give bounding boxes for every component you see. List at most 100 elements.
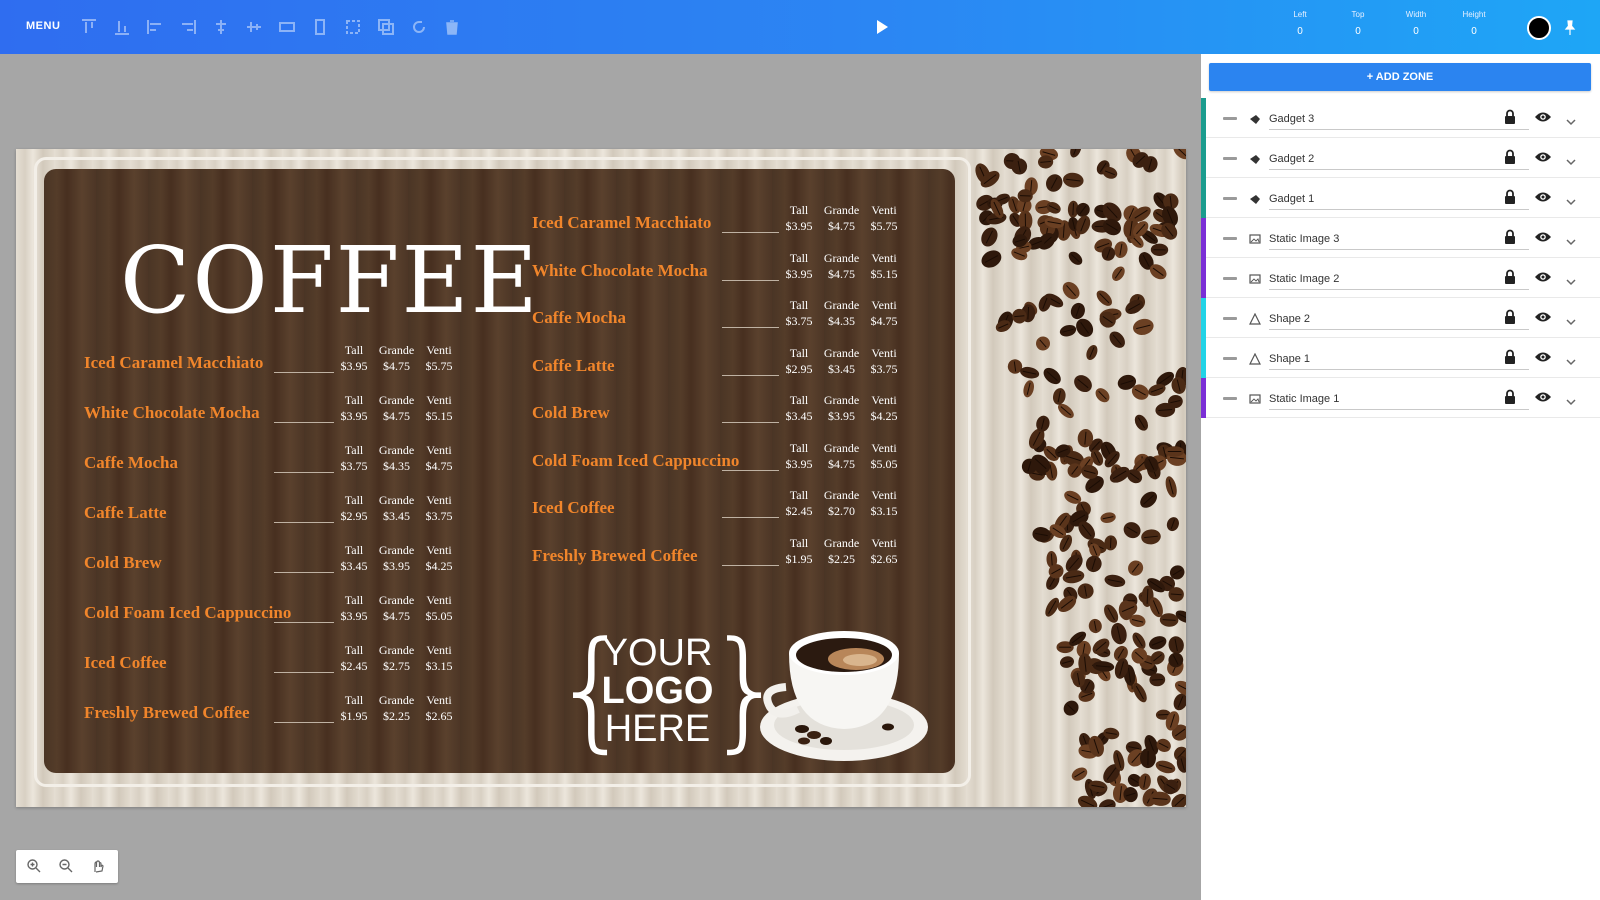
price-value: $4.35 [828,314,855,328]
layer-item[interactable]: Gadget 2 [1201,138,1600,178]
field-top[interactable]: Top 0 [1338,10,1378,37]
layer-item[interactable]: Static Image 1 [1201,378,1600,418]
price-value: $1.95 [340,709,368,723]
chevron-down-icon[interactable] [1565,274,1577,286]
delete-icon[interactable] [443,18,461,36]
add-zone-button[interactable]: + ADD ZONE [1209,63,1591,91]
menu-item: Freshly Brewed Coffee Tall Grande Venti $1.9… [84,693,459,729]
play-icon[interactable] [874,19,890,35]
fit-screen-icon[interactable] [90,858,106,874]
logo-placeholder[interactable]: { YOUR LOGO HERE } [551,624,788,769]
size-label: Grande [378,593,415,607]
lock-icon[interactable] [1503,309,1517,325]
coffee-beans-image[interactable] [961,149,1186,807]
field-value[interactable]: 0 [1396,26,1436,37]
price-value: $3.45 [828,361,855,376]
layer-item[interactable]: Static Image 2 [1201,258,1600,298]
eye-icon[interactable] [1534,390,1552,404]
coffee-cup-image[interactable] [756,609,936,769]
menu-item-name: Iced Caramel Macchiato [532,213,712,232]
chevron-down-icon[interactable] [1565,354,1577,366]
zoom-in-icon[interactable] [26,858,42,874]
menu-item-leader [722,469,779,471]
eye-icon[interactable] [1534,150,1552,164]
pin-icon[interactable] [1562,20,1578,36]
chevron-down-icon[interactable] [1565,114,1577,126]
lock-icon[interactable] [1503,269,1517,285]
eye-icon[interactable] [1534,270,1552,284]
align-center-v-icon[interactable] [245,18,263,36]
design-canvas[interactable]: COFFEE Iced Caramel Macchiato Tall Grande V… [16,149,1186,807]
menu-item: Caffe Latte Tall Grande Venti $2.95 $3.45 $3.7… [84,493,459,529]
group-icon[interactable] [344,18,362,36]
price-value: $4.75 [828,219,855,233]
eye-icon[interactable] [1534,190,1552,204]
field-label: Left [1293,10,1307,19]
layer-name: Static Image 1 [1269,393,1340,405]
color-picker[interactable] [1527,16,1551,40]
drag-handle-icon[interactable] [1223,317,1237,320]
price-value: $4.35 [383,459,410,473]
field-value[interactable]: 0 [1338,26,1378,37]
layer-item[interactable]: Static Image 3 [1201,218,1600,258]
lock-icon[interactable] [1503,349,1517,365]
lock-icon[interactable] [1503,149,1517,165]
lock-icon[interactable] [1503,389,1517,405]
price-value: $3.75 [425,509,453,523]
menu-button[interactable]: MENU [26,20,60,32]
chevron-down-icon[interactable] [1565,314,1577,326]
field-label: Top [1351,10,1365,19]
eye-icon[interactable] [1534,310,1552,324]
chevron-down-icon[interactable] [1565,394,1577,406]
layer-name: Static Image 2 [1269,273,1340,285]
price-value: $5.15 [870,266,898,281]
distribute-v-icon[interactable] [311,18,329,36]
lock-icon[interactable] [1503,229,1517,245]
size-label: Venti [426,693,452,707]
price-value: $4.25 [425,559,453,573]
layer-type-indicator [1201,298,1206,338]
align-left-icon[interactable] [146,18,164,36]
field-value[interactable]: 0 [1454,26,1494,37]
lock-icon[interactable] [1503,189,1517,205]
chevron-down-icon[interactable] [1565,234,1577,246]
zoom-out-icon[interactable] [58,858,74,874]
layer-item[interactable]: Shape 2 [1201,298,1600,338]
drag-handle-icon[interactable] [1223,157,1237,160]
chevron-down-icon[interactable] [1565,194,1577,206]
align-top-icon[interactable] [80,18,98,36]
size-label: Venti [871,440,897,455]
drag-handle-icon[interactable] [1223,397,1237,400]
menu-item-leader [722,374,779,376]
menu-item-prices: Tall Grande Venti $3.95 $4.75 $5.05 [334,593,459,624]
drag-handle-icon[interactable] [1223,357,1237,360]
field-left[interactable]: Left 0 [1280,10,1320,37]
drag-handle-icon[interactable] [1223,197,1237,200]
distribute-h-icon[interactable] [278,18,296,36]
duplicate-icon[interactable] [377,18,395,36]
eye-icon[interactable] [1534,110,1552,124]
layer-item[interactable]: Gadget 1 [1201,178,1600,218]
lock-icon[interactable] [1503,109,1517,125]
price-value: $2.45 [785,504,813,518]
drag-handle-icon[interactable] [1223,117,1237,120]
menu-item-name: Cold Foam Iced Cappuccino [84,603,292,622]
align-right-icon[interactable] [179,18,197,36]
layer-item[interactable]: Shape 1 [1201,338,1600,378]
menu-board: COFFEE Iced Caramel Macchiato Tall Grande V… [44,169,955,773]
chevron-down-icon[interactable] [1565,154,1577,166]
layer-item[interactable]: Gadget 3 [1201,98,1600,138]
shape-icon [1249,352,1261,365]
field-height[interactable]: Height 0 [1454,10,1494,37]
align-center-h-icon[interactable] [212,18,230,36]
eye-icon[interactable] [1534,350,1552,364]
drag-handle-icon[interactable] [1223,237,1237,240]
reset-icon[interactable] [410,18,428,36]
align-bottom-icon[interactable] [113,18,131,36]
size-label: Tall [789,345,809,360]
eye-icon[interactable] [1534,230,1552,244]
shape-icon [1249,312,1261,325]
drag-handle-icon[interactable] [1223,277,1237,280]
field-value[interactable]: 0 [1280,26,1320,37]
field-width[interactable]: Width 0 [1396,10,1436,37]
